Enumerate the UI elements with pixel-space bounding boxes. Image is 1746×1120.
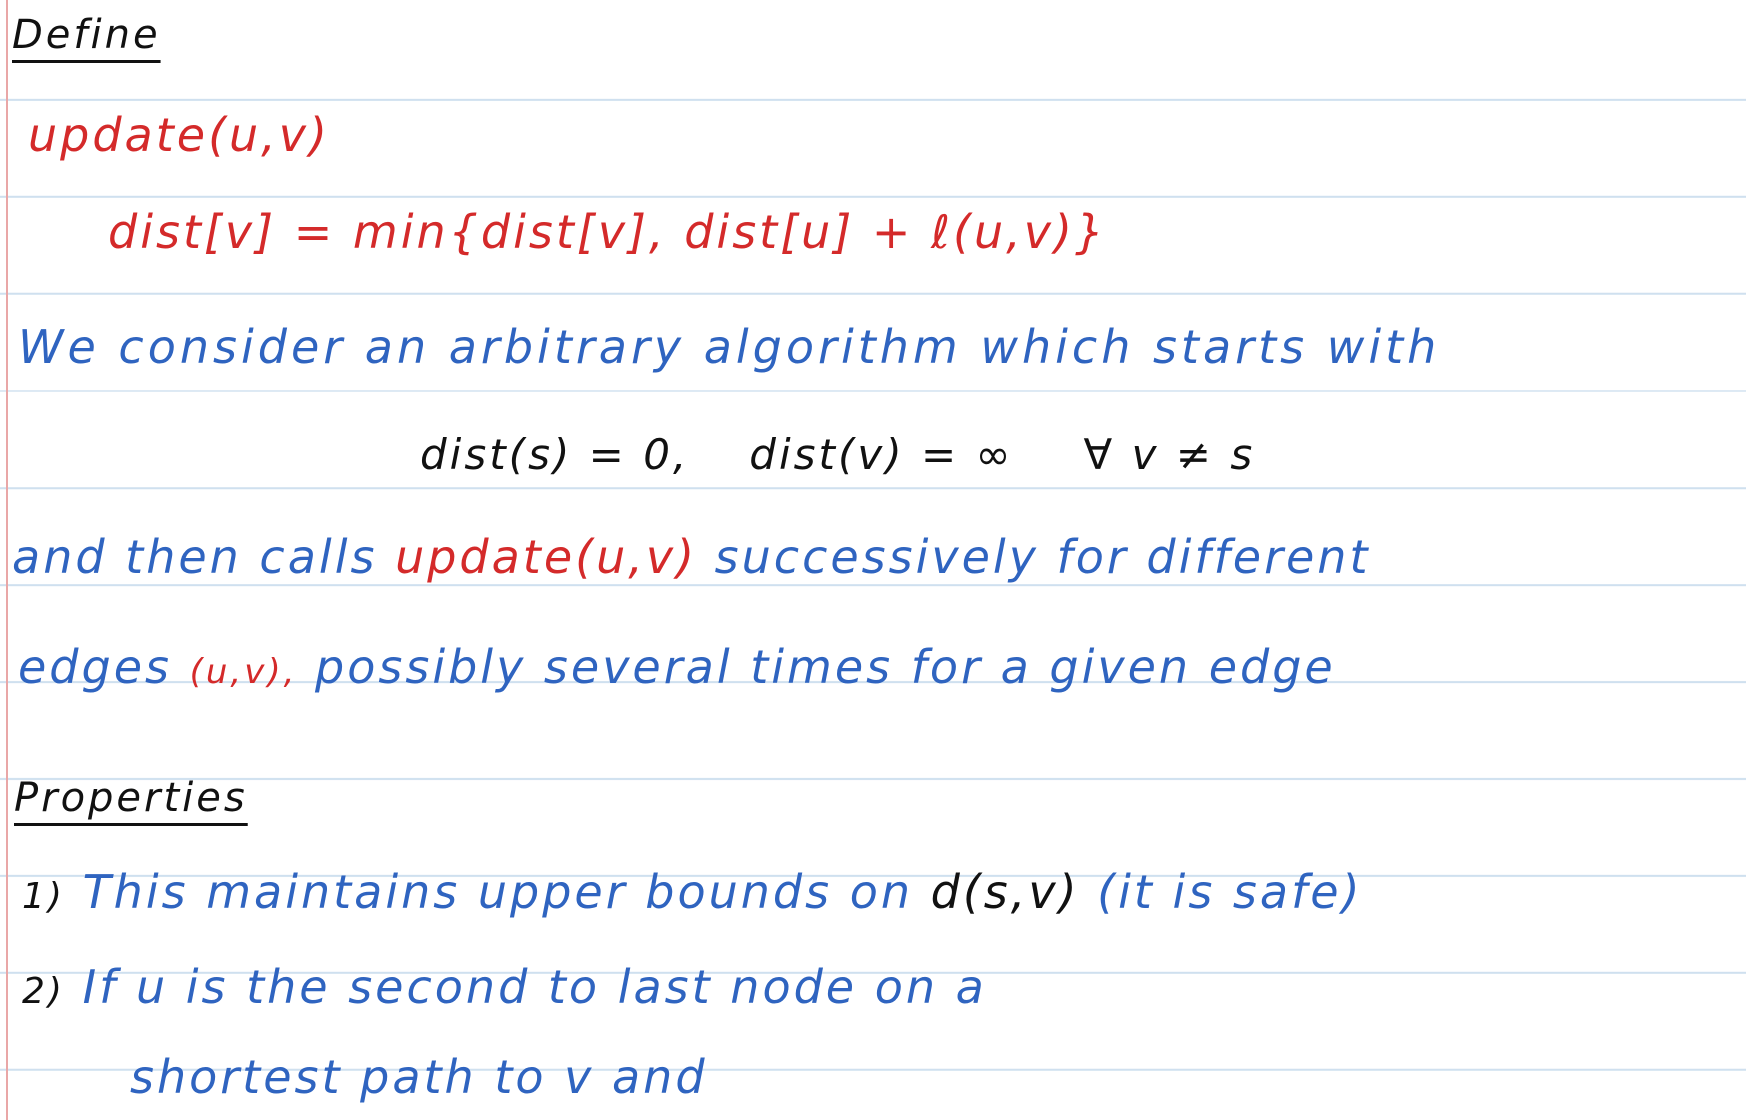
paragraph-line-4-edge: (u,v), [189, 652, 298, 692]
init-forall: ∀ v ≠ s [1083, 430, 1256, 479]
property-1-text: This maintains upper bounds on [82, 865, 914, 919]
margin-line [6, 0, 8, 1120]
property-1-note: (it is safe) [1097, 865, 1363, 919]
property-2-number: 2) [22, 971, 65, 1012]
update-body: dist[v] = min{dist[v], dist[u] + ℓ(u,v)} [108, 205, 1108, 259]
paragraph-line-3-end: successively for different [714, 530, 1371, 584]
property-2: 2) If u is the second to last node on a [22, 960, 987, 1014]
paragraph-line-3: and then calls update(u,v) successively … [12, 530, 1370, 584]
paragraph-line-4-end: possibly several times for a given edge [315, 640, 1336, 694]
paragraph-line-1: We consider an arbitrary algorithm which… [18, 320, 1441, 374]
property-2-text: If u is the second to last node on a [82, 960, 987, 1014]
property-1-number: 1) [22, 876, 65, 917]
init-dist-s: dist(s) = 0, [420, 430, 690, 479]
properties-heading: Properties [14, 775, 248, 821]
init-conditions: dist(s) = 0, dist(v) = ∞ ∀ v ≠ s [420, 430, 1255, 479]
update-signature: update(u,v) [28, 108, 330, 162]
init-dist-v: dist(v) = ∞ [749, 430, 1014, 479]
property-2-continued: shortest path to v and [130, 1050, 708, 1104]
property-1: 1) This maintains upper bounds on d(s,v)… [22, 865, 1363, 919]
paragraph-line-3-update: update(u,v) [395, 530, 698, 584]
paragraph-line-4: edges (u,v), possibly several times for … [18, 640, 1336, 694]
property-1-math: d(s,v) [930, 865, 1080, 919]
paragraph-line-4-start: edges [18, 640, 172, 694]
paragraph-line-3-start: and then calls [12, 530, 378, 584]
define-heading: Define [12, 12, 161, 58]
